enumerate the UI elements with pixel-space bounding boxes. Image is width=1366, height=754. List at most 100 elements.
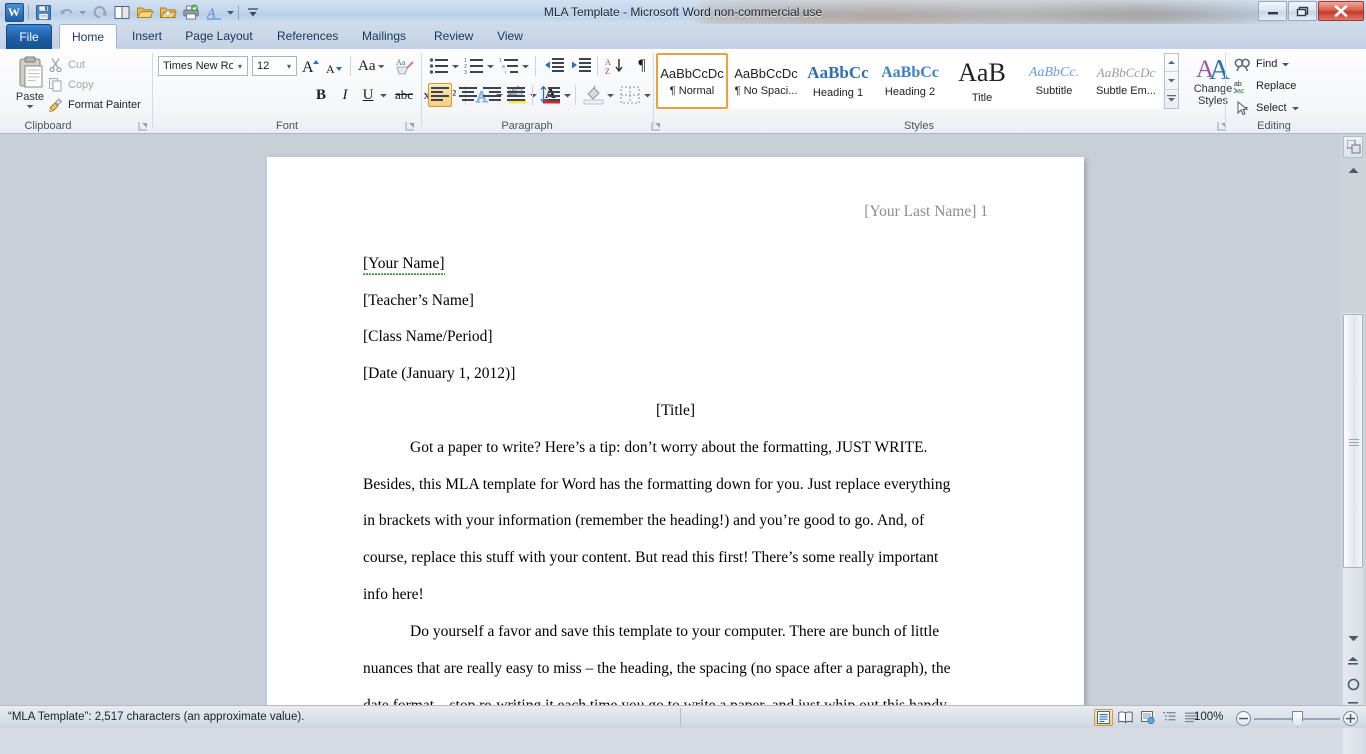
format-painter-icon[interactable]: A: [203, 2, 225, 23]
align-right-button[interactable]: [480, 83, 504, 107]
zoom-out-button[interactable]: [1236, 711, 1251, 726]
cut-button[interactable]: Cut: [48, 55, 85, 74]
show-marks-icon[interactable]: ¶: [631, 55, 653, 77]
replace-button[interactable]: ab ac Replace: [1234, 76, 1296, 96]
shrink-font-icon[interactable]: A: [325, 57, 345, 77]
previous-page-button[interactable]: [1343, 652, 1363, 672]
bold-button[interactable]: B: [310, 84, 332, 106]
format-painter-button[interactable]: Format Painter: [48, 95, 141, 114]
multilevel-dropdown-icon[interactable]: [520, 61, 530, 71]
font-size-box[interactable]: 12 ▾: [252, 56, 297, 76]
vertical-scrollbar[interactable]: [1340, 134, 1366, 705]
shading-icon[interactable]: [581, 82, 605, 106]
bullets-icon[interactable]: [428, 55, 450, 77]
word-app-logo[interactable]: W: [3, 2, 25, 23]
tab-references[interactable]: References: [266, 24, 346, 49]
paste-button[interactable]: Paste: [8, 53, 52, 115]
select-button[interactable]: Select: [1234, 98, 1299, 118]
style-subtitle[interactable]: AaBbCc. Subtitle: [1018, 53, 1090, 109]
view-print-layout-button[interactable]: [1094, 709, 1113, 726]
format-painter-label: Format Painter: [68, 99, 141, 111]
document-page[interactable]: [Your Last Name] 1 [Your Name] [Teacher’…: [267, 157, 1084, 717]
paste-label: Paste: [16, 91, 44, 103]
minimize-button[interactable]: [1258, 1, 1287, 21]
underline-button[interactable]: U: [358, 84, 378, 106]
close-button[interactable]: [1318, 1, 1364, 21]
select-icon: [1234, 101, 1251, 116]
style-heading-1[interactable]: AaBbCс Heading 1: [802, 53, 874, 109]
borders-dropdown-icon[interactable]: [642, 90, 652, 100]
clipboard-dialog-launcher[interactable]: [138, 121, 149, 132]
shading-dropdown-icon[interactable]: [605, 90, 615, 100]
borders-icon[interactable]: [618, 83, 642, 107]
redo-icon[interactable]: [88, 2, 110, 23]
quick-print-icon[interactable]: [180, 2, 202, 23]
tab-page-layout[interactable]: Page Layout: [174, 24, 264, 49]
format-painter-dropdown-icon[interactable]: [226, 2, 235, 23]
undo-dropdown-icon[interactable]: [78, 2, 87, 23]
styles-more-icon[interactable]: [1165, 90, 1178, 108]
styles-scroll-down-icon[interactable]: [1165, 72, 1178, 90]
numbering-icon[interactable]: 1 2 3: [463, 55, 485, 77]
decrease-indent-icon[interactable]: [542, 55, 566, 77]
styles-scroll-up-icon[interactable]: [1165, 54, 1178, 72]
show-marks-label: ¶: [638, 57, 645, 75]
underline-dropdown-icon[interactable]: [378, 90, 388, 100]
zoom-level-label[interactable]: 100%: [1194, 706, 1223, 729]
restore-button[interactable]: [1288, 1, 1317, 21]
align-left-button[interactable]: [428, 83, 452, 107]
font-size-dropdown-icon[interactable]: ▾: [282, 62, 296, 71]
line-spacing-icon[interactable]: [538, 83, 562, 107]
tab-insert[interactable]: Insert: [121, 24, 169, 49]
view-outline-button[interactable]: [1160, 709, 1179, 726]
zoom-slider-thumb[interactable]: [1292, 711, 1303, 727]
scroll-down-button[interactable]: [1343, 629, 1363, 648]
sort-icon[interactable]: A Z: [603, 55, 627, 77]
view-web-layout-button[interactable]: [1138, 709, 1157, 726]
style-title[interactable]: AaB Title: [946, 53, 1018, 109]
center-button[interactable]: [456, 83, 480, 107]
clear-formatting-icon[interactable]: Aa: [393, 55, 417, 77]
font-name-box[interactable]: Times New Rom ▾: [158, 56, 248, 76]
find-button[interactable]: Find: [1234, 54, 1289, 74]
italic-button[interactable]: I: [335, 84, 355, 106]
svg-text:ac: ac: [1237, 88, 1245, 94]
tab-review[interactable]: Review: [423, 24, 481, 49]
tab-view[interactable]: View: [486, 24, 534, 49]
bullets-dropdown-icon[interactable]: [450, 61, 460, 71]
font-name-dropdown-icon[interactable]: ▾: [233, 62, 247, 71]
new-document-icon[interactable]: [157, 2, 179, 23]
justify-button[interactable]: [504, 83, 528, 107]
zoom-slider[interactable]: [1236, 711, 1358, 728]
change-case-icon[interactable]: Aa: [358, 55, 384, 77]
style-subtle-emphasis[interactable]: AaBbCcDc Subtle Em...: [1090, 53, 1162, 109]
style-normal[interactable]: AaBbCcDc ¶ Normal: [656, 53, 728, 109]
save-icon[interactable]: [32, 2, 54, 23]
tab-mailings[interactable]: Mailings: [348, 24, 420, 49]
zoom-in-button[interactable]: [1343, 711, 1358, 726]
scrollbar-thumb[interactable]: [1343, 314, 1363, 568]
tab-home[interactable]: Home: [59, 24, 117, 49]
increase-indent-icon[interactable]: [569, 55, 593, 77]
grow-font-icon[interactable]: A: [301, 55, 323, 77]
find-dropdown-icon: [1282, 62, 1289, 67]
style-no-spacing[interactable]: AaBbCcDc ¶ No Spaci...: [730, 53, 802, 109]
strikethrough-button[interactable]: abc: [391, 84, 417, 106]
undo-icon[interactable]: [55, 2, 77, 23]
open-icon[interactable]: [134, 2, 156, 23]
style-heading-2[interactable]: AaBbCc Heading 2: [874, 53, 946, 109]
multilevel-list-icon[interactable]: 1 a i: [498, 55, 520, 77]
view-full-screen-reading-button[interactable]: [1116, 709, 1135, 726]
copy-button[interactable]: Copy: [48, 75, 94, 94]
customize-qat-icon[interactable]: [242, 2, 264, 23]
scroll-up-button[interactable]: [1343, 161, 1363, 180]
line-spacing-dropdown-icon[interactable]: [562, 90, 572, 100]
tab-file[interactable]: File: [6, 24, 52, 49]
styles-gallery-scroll[interactable]: [1164, 53, 1179, 109]
print-preview-icon[interactable]: [111, 2, 133, 23]
select-browse-object-button[interactable]: [1343, 674, 1363, 694]
split-window-handle[interactable]: [1343, 136, 1363, 158]
window-controls: [1258, 1, 1364, 21]
style-heading-2-preview: AaBbCc: [881, 64, 939, 82]
numbering-dropdown-icon[interactable]: [485, 61, 495, 71]
